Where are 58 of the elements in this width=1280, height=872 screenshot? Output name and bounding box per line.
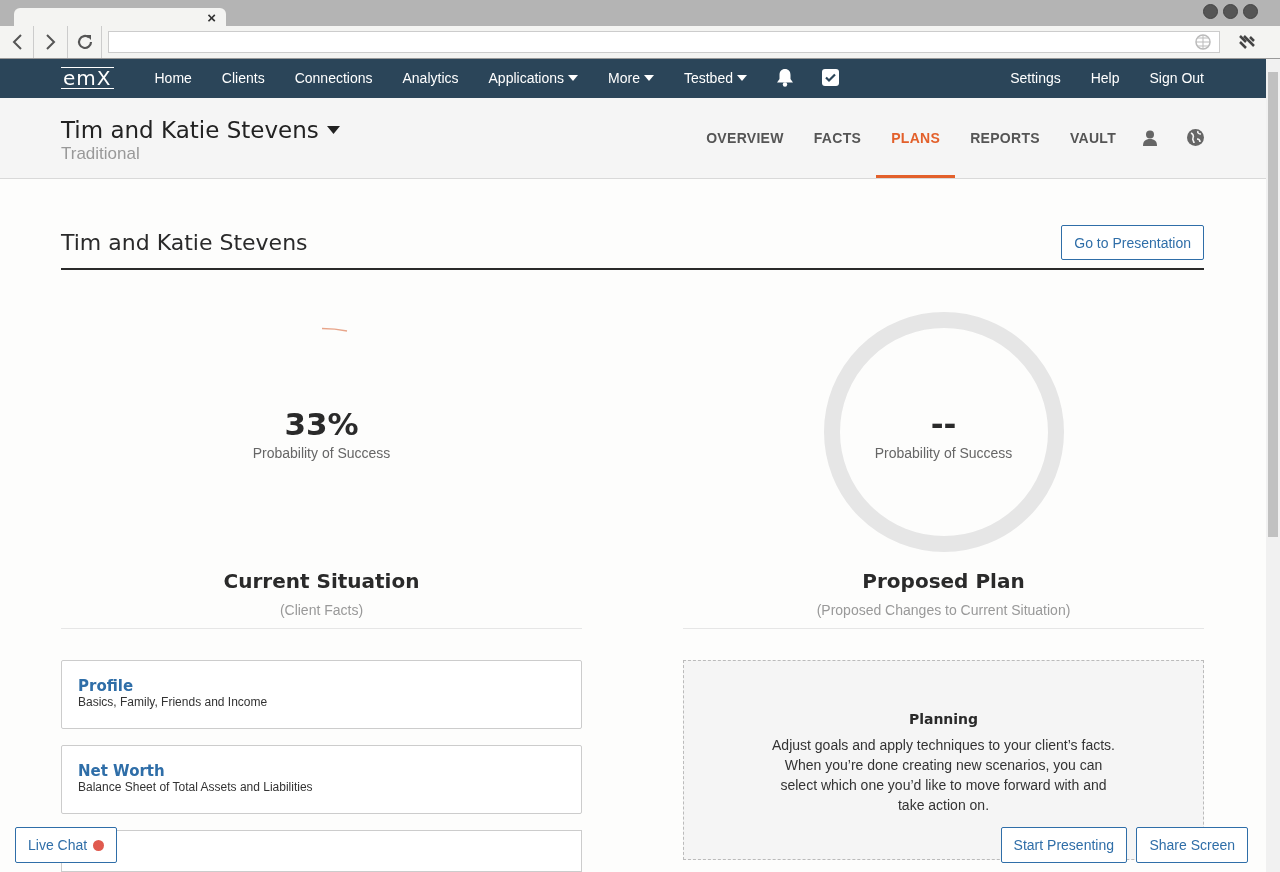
fact-card[interactable]: Profile Basics, Family, Friends and Income	[61, 660, 582, 729]
nav-link[interactable]: Clients	[206, 69, 280, 86]
page-title: Tim and Katie Stevens	[61, 230, 308, 255]
go-to-presentation-button[interactable]: Go to Presentation	[1061, 225, 1204, 260]
probability-value: 33%	[284, 405, 359, 443]
client-tab[interactable]: REPORTS	[955, 100, 1055, 178]
nav-link[interactable]: Testbed	[668, 69, 762, 86]
window-controls-icon	[1203, 4, 1258, 19]
forward-icon[interactable]	[45, 34, 56, 50]
client-tab[interactable]: FACTS	[798, 100, 877, 178]
caret-icon	[643, 74, 654, 81]
client-name-dropdown[interactable]: Tim and Katie Stevens	[61, 115, 340, 144]
nav-link[interactable]: Applications	[473, 69, 593, 86]
probability-value: --	[930, 405, 957, 443]
plan-type: Traditional	[61, 143, 141, 164]
overlay-button[interactable]: Share Screen	[1136, 827, 1248, 863]
nav-link[interactable]: Settings	[995, 69, 1076, 86]
person-icon[interactable]	[1143, 129, 1157, 146]
reload-icon[interactable]	[75, 33, 94, 51]
tab-close-button[interactable]: ×	[207, 8, 216, 26]
planning-title: Planning	[908, 711, 979, 727]
nav-link[interactable]: Analytics	[387, 69, 474, 86]
nav-link[interactable]: Connections	[279, 69, 388, 86]
live-chat-button[interactable]: Live Chat	[15, 827, 118, 863]
section-subheading: (Client Facts)	[279, 602, 364, 618]
overlay-button[interactable]: Start Presenting	[1000, 827, 1127, 863]
emx-logo[interactable]: emX	[61, 66, 114, 89]
nav-link[interactable]: More	[593, 69, 669, 86]
caret-icon	[736, 74, 747, 81]
status-dot	[93, 839, 105, 851]
extension-icon[interactable]	[1238, 34, 1256, 50]
probability-label: Probability of Success	[874, 445, 1013, 461]
planning-text: Adjust goals and apply techniques to your client’s facts. When you’re done creating new scenarios, you can select which one you’d like to move forward with and take action on.	[771, 736, 1116, 815]
card-description: Basics, Family, Friends and Income	[78, 695, 269, 709]
client-tab[interactable]: OVERVIEW	[691, 100, 799, 178]
caret-icon	[326, 125, 340, 134]
section-subheading: (Proposed Changes to Current Situation)	[816, 602, 1071, 618]
card-description: Balance Sheet of Total Assets and Liabilities	[78, 780, 314, 794]
client-tab[interactable]: VAULT	[1054, 100, 1131, 178]
nav-link[interactable]: Help	[1075, 69, 1135, 86]
globe-icon[interactable]	[1187, 129, 1204, 147]
section-heading: Current Situation	[223, 568, 420, 594]
browser-tab[interactable]: ×	[14, 8, 226, 26]
probability-label: Probability of Success	[252, 445, 391, 461]
nav-link[interactable]: Sign Out	[1134, 69, 1204, 86]
progress-arc	[320, 327, 348, 332]
caret-icon	[568, 74, 578, 81]
card-title[interactable]: Profile	[78, 677, 565, 695]
back-icon[interactable]	[11, 34, 22, 50]
globe-icon	[1195, 34, 1211, 50]
section-heading: Proposed Plan	[862, 568, 1025, 594]
bell-icon[interactable]	[775, 68, 794, 88]
scrollbar[interactable]	[1266, 58, 1280, 872]
card-title[interactable]: Net Worth	[78, 762, 565, 780]
nav-link[interactable]: Home	[139, 69, 207, 86]
fact-card[interactable]: Net Worth Balance Sheet of Total Assets and Liabilities	[61, 745, 582, 814]
checkbox-icon[interactable]	[821, 69, 839, 87]
address-field[interactable]	[108, 31, 1220, 53]
